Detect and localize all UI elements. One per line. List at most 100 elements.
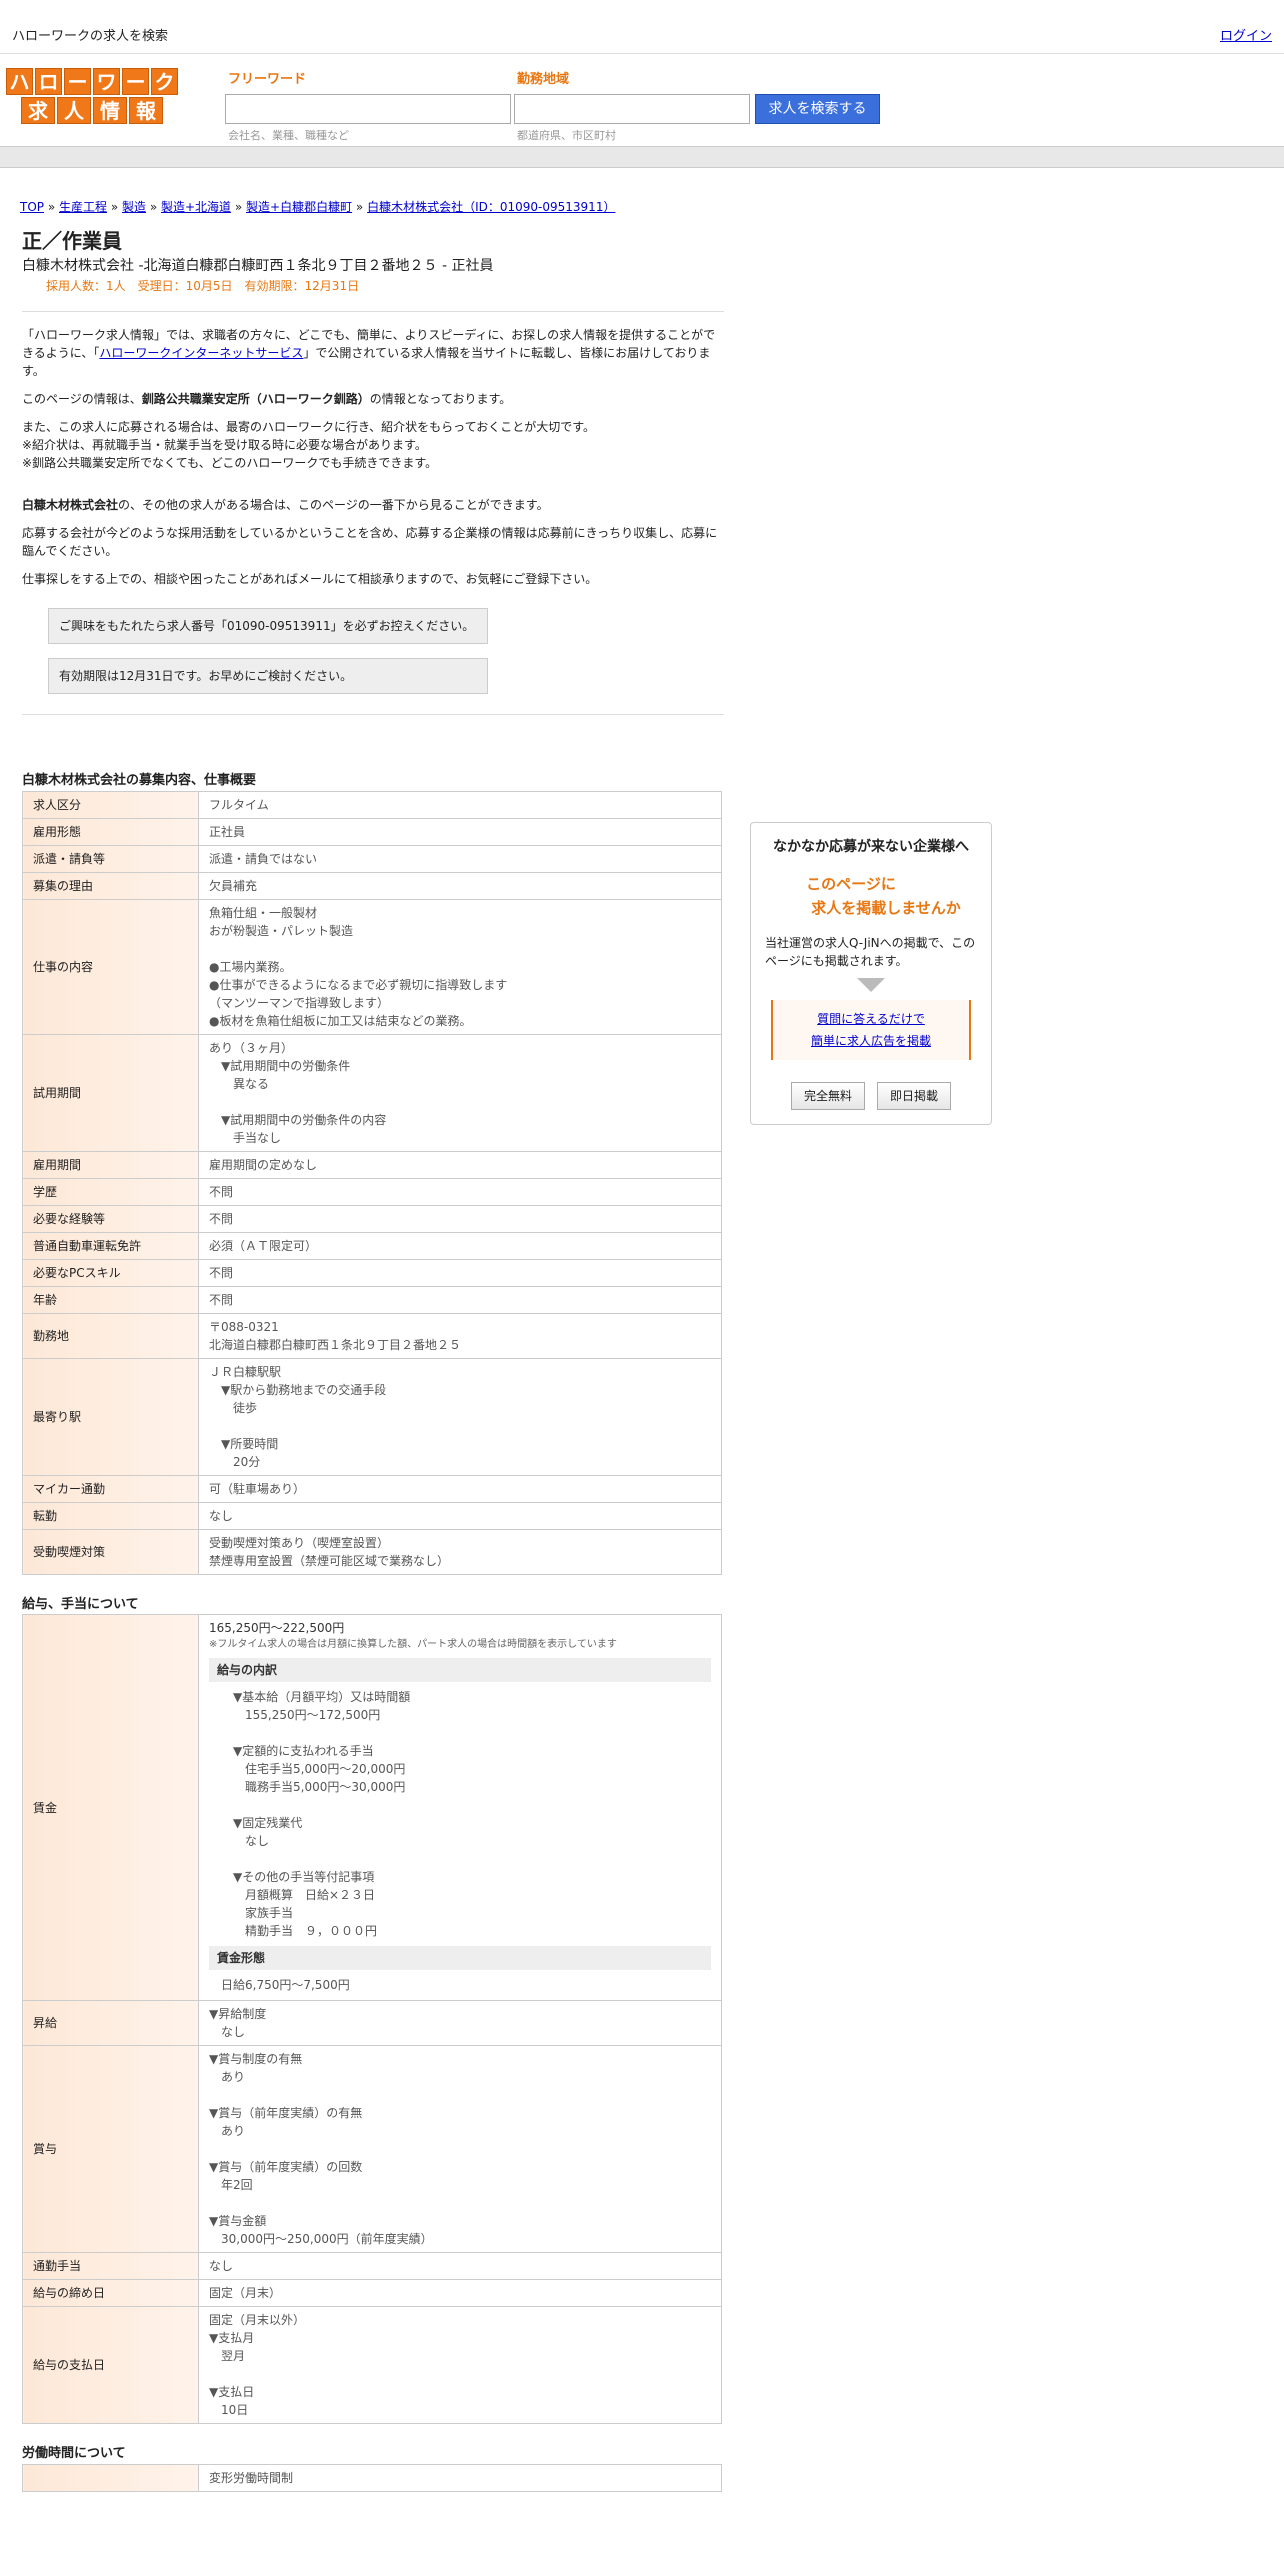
row-value: 不問 bbox=[198, 1258, 722, 1287]
table-row: 必要な経験等 不問 bbox=[22, 1204, 722, 1233]
table-row: 試用期間 あり（３ヶ月） ▼試用期間中の労働条件 異なる ▼試用期間中の労働条件の… bbox=[22, 1033, 722, 1152]
table-row: 派遣・請負等 派遣・請負ではない bbox=[22, 844, 722, 873]
row-value: 必須（ＡＴ限定可） bbox=[198, 1231, 722, 1260]
table-row: 通勤手当 なし bbox=[22, 2252, 722, 2280]
search-button[interactable]: 求人を検索する bbox=[755, 94, 880, 124]
area-hint: 都道府県、市区町村 bbox=[517, 129, 616, 142]
row-label: 給与の締め日 bbox=[22, 2279, 199, 2307]
logo-char: 報 bbox=[129, 97, 163, 124]
breadcrumb-separator: » bbox=[44, 200, 59, 214]
job-subtitle: 白糠木材株式会社 -北海道白糠郡白糠町西１条北９丁目２番地２５ - 正社員 bbox=[22, 258, 494, 274]
freeword-input[interactable] bbox=[225, 94, 511, 124]
row-label: 受動喫煙対策 bbox=[22, 1528, 199, 1575]
free-button[interactable]: 完全無料 bbox=[790, 1082, 865, 1110]
advertise-link-1[interactable]: 質問に答えるだけで bbox=[773, 1010, 969, 1028]
site-logo[interactable]: ハローワーク 求人情報 bbox=[4, 68, 180, 126]
row-label bbox=[22, 2463, 199, 2492]
row-label: 募集の理由 bbox=[22, 871, 199, 900]
table-row: 学歴 不問 bbox=[22, 1177, 722, 1206]
row-label: 雇用期間 bbox=[22, 1150, 199, 1179]
table-row: 年齢 不問 bbox=[22, 1285, 722, 1314]
row-value: 固定（月末） bbox=[198, 2279, 722, 2307]
breadcrumb-link[interactable]: 製造 bbox=[122, 200, 146, 214]
wage-form-text: 日給6,750円〜7,500円 bbox=[209, 1978, 350, 1992]
wage-note: ※フルタイム求人の場合は月額に換算した額、パート求人の場合は時間額を表示していま… bbox=[209, 1639, 617, 1650]
breadcrumb-link[interactable]: 白糠木材株式会社（ID：01090-09513911） bbox=[367, 200, 615, 214]
table-row: 募集の理由 欠員補充 bbox=[22, 871, 722, 900]
breadcrumb-link[interactable]: 生産工程 bbox=[59, 200, 107, 214]
table-row: 必要なPCスキル 不問 bbox=[22, 1258, 722, 1287]
advertise-link-2[interactable]: 簡単に求人広告を掲載 bbox=[773, 1032, 969, 1050]
table-row: 給与の支払日 固定（月末以外） ▼支払月 翌月 ▼支払日 10日 bbox=[22, 2306, 722, 2424]
row-label: 必要なPCスキル bbox=[22, 1258, 199, 1287]
row-label: 派遣・請負等 bbox=[22, 844, 199, 873]
table-row: 求人区分 フルタイム bbox=[22, 790, 722, 819]
logo-char: 情 bbox=[93, 97, 127, 124]
table-row: 最寄り駅 ＪＲ白糠駅駅 ▼駅から勤務地までの交通手段 徒歩 ▼所要時間 20分 bbox=[22, 1357, 722, 1476]
row-label: 求人区分 bbox=[22, 790, 199, 819]
breadcrumb-link[interactable]: TOP bbox=[20, 200, 44, 214]
table-row: 賞与 ▼賞与制度の有無 あり ▼賞与（前年度実績）の有無 あり ▼賞与（前年度実績… bbox=[22, 2045, 722, 2253]
row-value: 雇用期間の定めなし bbox=[198, 1150, 722, 1179]
wage-range: 165,250円〜222,500円 bbox=[209, 1621, 345, 1635]
table-row: 昇給 ▼昇給制度 なし bbox=[22, 2000, 722, 2046]
row-value: 固定（月末以外） ▼支払月 翌月 ▼支払日 10日 bbox=[198, 2306, 722, 2424]
logo-char: 求 bbox=[21, 97, 55, 124]
table-row: 賃金 165,250円〜222,500円 ※フルタイム求人の場合は月額に換算した… bbox=[22, 1614, 722, 2001]
table-row: 仕事の内容 魚箱仕組・一般製材 おが粉製造・パレット製造 ●工場内業務。 ●仕事が… bbox=[22, 898, 722, 1035]
hellowork-internet-link[interactable]: ハローワークインターネットサービス bbox=[99, 346, 303, 360]
hours-table: 変形労働時間制 bbox=[22, 2463, 722, 2492]
row-value: ▼昇給制度 なし bbox=[198, 2000, 722, 2046]
overview-table: 求人区分 フルタイム 雇用形態 正社員 派遣・請負等 派遣・請負ではない 募集の理由 欠員補充… bbox=[22, 790, 722, 1575]
logo-char: ロ bbox=[35, 68, 62, 95]
breakdown-text: ▼基本給（月額平均）又は時間額 155,250円〜172,500円 ▼定額的に支… bbox=[233, 1690, 411, 1938]
breadcrumb-separator: » bbox=[107, 200, 122, 214]
divider-band bbox=[0, 146, 1284, 168]
page-title: 正／作業員 bbox=[22, 229, 122, 253]
row-value: 不問 bbox=[198, 1177, 722, 1206]
top-bar: ハローワークの求人を検索 ログイン bbox=[0, 0, 1284, 54]
separator bbox=[22, 714, 724, 715]
panel-link-box: 質問に答えるだけで 簡単に求人広告を掲載 bbox=[771, 1000, 971, 1060]
row-value: 欠員補充 bbox=[198, 871, 722, 900]
section-heading-salary: 給与、手当について bbox=[22, 1596, 139, 1612]
breadcrumb-link[interactable]: 製造+白糠郡白糠町 bbox=[246, 200, 352, 214]
table-row: 給与の締め日 固定（月末） bbox=[22, 2279, 722, 2307]
row-label: 転勤 bbox=[22, 1501, 199, 1530]
row-label: 試用期間 bbox=[22, 1033, 199, 1152]
table-row: 転勤 なし bbox=[22, 1501, 722, 1530]
panel-title: なかなか応募が来ない企業様へ bbox=[773, 839, 969, 855]
wage-form-heading: 賃金形態 bbox=[209, 1946, 711, 1970]
table-row: 雇用期間 雇用期間の定めなし bbox=[22, 1150, 722, 1179]
area-label: 勤務地域 bbox=[517, 72, 570, 87]
breadcrumb: TOP » 生産工程 » 製造 » 製造+北海道 » 製造+白糠郡白糠町 » 白… bbox=[20, 198, 1264, 216]
logo-char: ー bbox=[122, 68, 149, 95]
row-label: 通勤手当 bbox=[22, 2252, 199, 2280]
table-row: 受動喫煙対策 受動喫煙対策あり（喫煙室設置） 禁煙専用室設置（禁煙可能区域で業務な… bbox=[22, 1528, 722, 1575]
breadcrumb-link[interactable]: 製造+北海道 bbox=[161, 200, 231, 214]
freeword-hint: 会社名、業種、職種など bbox=[228, 129, 349, 142]
area-input[interactable] bbox=[514, 94, 750, 124]
row-label: 雇用形態 bbox=[22, 817, 199, 846]
job-meta: 採用人数：1人 受理日：10月5日 有効期限：12月31日 bbox=[46, 279, 360, 293]
breadcrumb-separator: » bbox=[352, 200, 368, 214]
arrow-down-icon bbox=[857, 978, 885, 992]
same-day-button[interactable]: 即日掲載 bbox=[877, 1082, 952, 1110]
notice-job-number: ご興味をもたれたら求人番号「01090-09513911」を必ずお控えください。 bbox=[48, 608, 488, 644]
intro-text: 「ハローワーク求人情報」では、求職者の方々に、どこでも、簡単に、よりスピーディに… bbox=[22, 326, 724, 694]
panel-headline: このページに 求人を掲載しませんか bbox=[806, 875, 961, 917]
logo-char: ー bbox=[64, 68, 91, 95]
notice-expiry: 有効期限は12月31日です。お早めにご検討ください。 bbox=[48, 658, 488, 694]
logo-char: ク bbox=[151, 68, 178, 95]
row-value: 不問 bbox=[198, 1285, 722, 1314]
row-value: 変形労働時間制 bbox=[198, 2463, 722, 2492]
site-tagline: ハローワークの求人を検索 bbox=[12, 29, 169, 44]
row-value: 魚箱仕組・一般製材 おが粉製造・パレット製造 ●工場内業務。 ●仕事ができるよう… bbox=[198, 898, 722, 1035]
breadcrumb-separator: » bbox=[231, 200, 247, 214]
row-label: 昇給 bbox=[22, 2000, 199, 2046]
breakdown-heading: 給与の内訳 bbox=[209, 1658, 711, 1682]
table-row: 普通自動車運転免許 必須（ＡＴ限定可） bbox=[22, 1231, 722, 1260]
table-row: 勤務地 〒088-0321 北海道白糠郡白糠町西１条北９丁目２番地２５ bbox=[22, 1312, 722, 1359]
login-link[interactable]: ログイン bbox=[1220, 27, 1272, 47]
row-label: 最寄り駅 bbox=[22, 1357, 199, 1476]
